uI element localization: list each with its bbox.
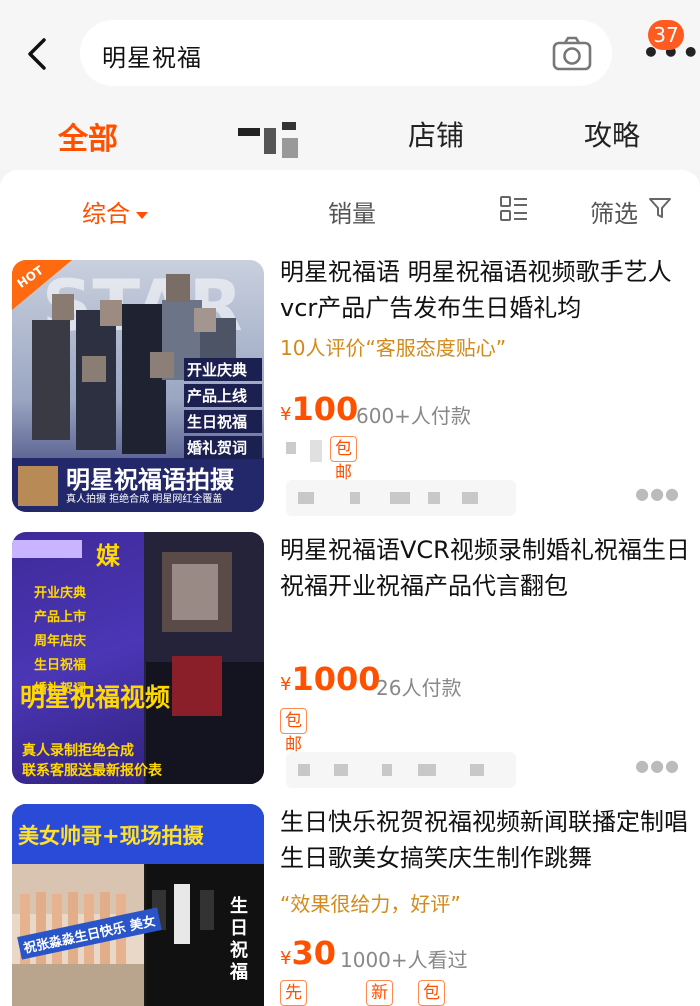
shop-name-blurred[interactable]	[286, 480, 516, 516]
ellipsis-icon[interactable]: ●●●	[635, 484, 680, 503]
thumb-service-list: 开业庆典 产品上线 生日祝福 婚礼贺词	[184, 358, 262, 459]
sort-general[interactable]: 综合	[82, 194, 148, 229]
thumb-subtitle: 真人拍摄 拒绝合成 明星网红全覆盖	[66, 494, 223, 505]
currency-symbol: ¥	[280, 948, 292, 969]
tab-guide[interactable]: 攻略	[584, 114, 640, 154]
search-input[interactable]: 明星祝福	[80, 20, 612, 86]
product-review: 10人评价“客服态度贴心”	[280, 336, 507, 360]
price-value: 1000	[291, 660, 381, 698]
price-value: 30	[291, 934, 336, 972]
currency-symbol: ¥	[280, 404, 292, 425]
thumb-item: 产品上线	[184, 384, 262, 407]
thumb-banner: 明星祝福视频	[20, 683, 171, 712]
thumb-item: 产品上市	[34, 610, 87, 625]
thumb-brand: 媒	[96, 542, 120, 570]
tag-free-shipping: 包邮	[418, 980, 445, 1006]
thumb-item: 开业庆典	[184, 358, 262, 381]
filter-button[interactable]: 筛选	[590, 194, 638, 229]
product-card[interactable]: STAR HOT 开业庆典 产品上线 生日祝福 婚礼贺词 明星祝福语拍摄 真人拍…	[0, 248, 700, 520]
thumb-subtitle-2: 联系客服送最新报价表	[22, 763, 162, 779]
tab-all[interactable]: 全部	[58, 114, 118, 158]
thumb-item: 开业庆典	[34, 586, 87, 601]
tag-pay-later: 先用后付	[280, 980, 307, 1006]
product-thumbnail[interactable]: 媒 开业庆典 产品上市 周年店庆 生日祝福 婚礼贺词 明星祝福视频 真人录制拒绝…	[12, 532, 264, 784]
caret-down-icon	[136, 211, 148, 219]
back-icon[interactable]	[20, 36, 56, 72]
product-price: ¥30	[280, 934, 336, 972]
thumb-item: 生日祝福	[34, 658, 87, 673]
thumb-top-banner: 美女帅哥+现场拍摄	[18, 824, 204, 848]
shop-name-blurred[interactable]	[286, 752, 516, 788]
ellipsis-icon[interactable]: ●●●	[635, 756, 680, 775]
product-review: “效果很给力，好评”	[280, 892, 461, 916]
product-title[interactable]: 生日快乐祝贺祝福视频新闻联播定制唱生日歌美女搞笑庆生制作跳舞	[280, 804, 690, 876]
message-count-badge: 37	[648, 20, 684, 50]
product-thumbnail[interactable]: STAR HOT 开业庆典 产品上线 生日祝福 婚礼贺词 明星祝福语拍摄 真人拍…	[12, 260, 264, 512]
more-button[interactable]: ••• 37	[632, 20, 700, 80]
thumb-subtitle-1: 真人录制拒绝合成	[22, 743, 134, 759]
sort-general-label: 综合	[82, 200, 130, 228]
product-payers: 600+人付款	[356, 404, 471, 428]
blurred-tag	[310, 440, 322, 462]
price-value: 100	[291, 390, 359, 428]
tag-free-shipping: 包邮	[330, 436, 357, 483]
tab-shop[interactable]: 店铺	[408, 114, 464, 154]
product-price: ¥100	[280, 390, 358, 428]
search-query-text: 明星祝福	[102, 44, 202, 72]
list-view-icon[interactable]	[500, 196, 528, 222]
product-price: ¥1000	[280, 660, 381, 698]
filter-funnel-icon[interactable]	[648, 196, 672, 220]
top-bar: 明星祝福 ••• 37	[0, 0, 700, 106]
thumb-side-text: 生日祝福	[230, 896, 248, 983]
thumb-item: 周年店庆	[34, 634, 87, 649]
category-tabs: 全部 店铺 攻略	[0, 106, 700, 170]
product-title[interactable]: 明星祝福语 明星祝福语视频歌手艺人vcr产品广告发布生日婚礼均	[280, 254, 690, 326]
currency-symbol: ¥	[280, 674, 292, 695]
product-payers: 1000+人看过	[340, 948, 468, 972]
product-thumbnail[interactable]: 美女帅哥+现场拍摄 祝张淼淼生日快乐 美女 生日祝福	[12, 804, 264, 1006]
product-payers: 26人付款	[376, 676, 462, 700]
sort-sales[interactable]: 销量	[328, 194, 376, 229]
filter-bar: 综合 销量 筛选	[0, 170, 700, 248]
thumb-item: 生日祝福	[184, 410, 262, 433]
tag-new: 新品	[366, 980, 393, 1006]
camera-icon[interactable]	[552, 35, 592, 71]
product-card[interactable]: 媒 开业庆典 产品上市 周年店庆 生日祝福 婚礼贺词 明星祝福视频 真人录制拒绝…	[0, 520, 700, 792]
tab-blurred[interactable]	[238, 120, 300, 160]
thumb-item: 婚礼贺词	[184, 436, 262, 459]
blurred-tag	[286, 442, 296, 454]
product-card[interactable]: 美女帅哥+现场拍摄 祝张淼淼生日快乐 美女 生日祝福 生日快乐祝贺祝福视频新闻联…	[0, 792, 700, 1006]
tag-free-shipping: 包邮	[280, 708, 307, 755]
product-title[interactable]: 明星祝福语VCR视频录制婚礼祝福生日祝福开业祝福产品代言翻包	[280, 532, 690, 604]
